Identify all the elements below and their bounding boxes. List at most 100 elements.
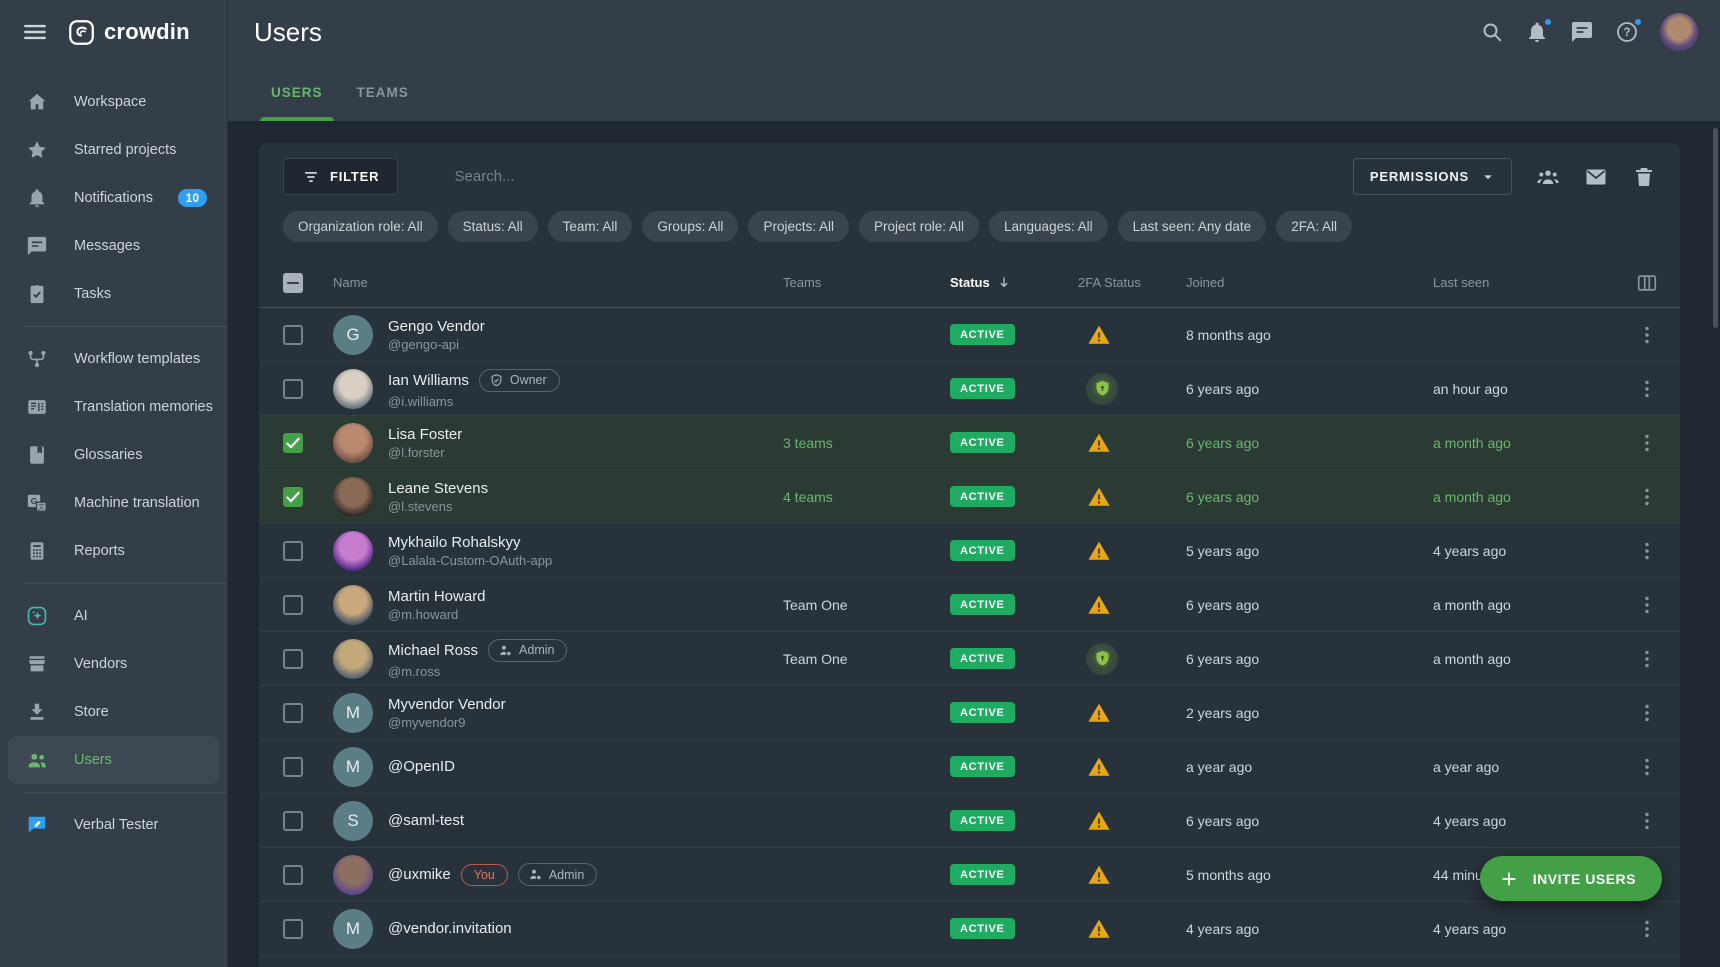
row-menu-icon[interactable]	[1635, 593, 1659, 617]
user-username[interactable]: @OpenID	[388, 758, 455, 775]
user-username[interactable]: @saml-test	[388, 812, 464, 829]
row-menu-icon[interactable]	[1635, 485, 1659, 509]
filter-chip-team[interactable]: Team: All	[548, 211, 633, 242]
row-checkbox[interactable]	[283, 595, 303, 615]
sidebar-item-workspace[interactable]: Workspace	[0, 78, 227, 126]
column-header-teams[interactable]: Teams	[783, 275, 950, 290]
filter-chip-groups[interactable]: Groups: All	[642, 211, 738, 242]
help-icon[interactable]: ?	[1615, 20, 1639, 44]
user-username: @m.howard	[388, 607, 486, 622]
row-menu-icon[interactable]	[1635, 917, 1659, 941]
filter-chip-2fa[interactable]: 2FA: All	[1276, 211, 1352, 242]
filter-chip-last-seen[interactable]: Last seen: Any date	[1118, 211, 1267, 242]
row-menu-icon[interactable]	[1635, 701, 1659, 725]
row-checkbox[interactable]	[283, 865, 303, 885]
row-checkbox[interactable]	[283, 325, 303, 345]
invite-users-button[interactable]: INVITE USERS	[1480, 856, 1662, 901]
filter-chip-organization-role[interactable]: Organization role: All	[283, 211, 438, 242]
menu-toggle-icon[interactable]	[22, 19, 48, 45]
search-icon[interactable]	[1480, 20, 1504, 44]
tab-users[interactable]: USERS	[254, 64, 340, 121]
row-checkbox[interactable]	[283, 757, 303, 777]
row-menu-icon[interactable]	[1635, 539, 1659, 563]
user-avatar[interactable]	[1660, 13, 1698, 51]
user-name[interactable]: Michael Ross	[388, 642, 478, 659]
sidebar-item-verbal-tester[interactable]: Verbal Tester	[0, 801, 227, 849]
column-header-name[interactable]: Name	[333, 275, 783, 290]
user-username[interactable]: @vendor.invitation	[388, 920, 512, 937]
sidebar-item-reports[interactable]: Reports	[0, 527, 227, 575]
user-name[interactable]: Gengo Vendor	[388, 318, 485, 335]
row-checkbox[interactable]	[283, 649, 303, 669]
row-checkbox[interactable]	[283, 379, 303, 399]
user-name[interactable]: Leane Stevens	[388, 480, 488, 497]
sidebar-item-messages[interactable]: Messages	[0, 222, 227, 270]
user-username[interactable]: @uxmike	[388, 866, 451, 883]
sidebar-item-store[interactable]: Store	[0, 688, 227, 736]
tab-teams[interactable]: TEAMS	[340, 64, 426, 121]
email-icon[interactable]	[1584, 165, 1608, 189]
sidebar-item-ai[interactable]: AI	[0, 592, 227, 640]
tfa-status-cell	[1078, 809, 1186, 833]
filter-chip-projects[interactable]: Projects: All	[748, 211, 849, 242]
scrollbar[interactable]	[1713, 128, 1718, 328]
sidebar: WorkspaceStarred projectsNotifications10…	[0, 64, 228, 967]
permissions-label: PERMISSIONS	[1370, 169, 1469, 184]
delete-icon[interactable]	[1632, 165, 1656, 189]
user-name[interactable]: Ian Williams	[388, 372, 469, 389]
invite-users-label: INVITE USERS	[1533, 871, 1636, 887]
columns-settings-icon[interactable]	[1636, 272, 1658, 294]
column-header-status[interactable]: Status	[950, 275, 1078, 291]
avatar	[333, 477, 373, 517]
filter-chip-status[interactable]: Status: All	[448, 211, 538, 242]
filter-chip-project-role[interactable]: Project role: All	[859, 211, 979, 242]
row-checkbox[interactable]	[283, 703, 303, 723]
row-menu-icon[interactable]	[1635, 755, 1659, 779]
column-header-last-seen[interactable]: Last seen	[1433, 275, 1613, 290]
column-header-2fa-status[interactable]: 2FA Status	[1078, 275, 1186, 290]
sidebar-item-starred-projects[interactable]: Starred projects	[0, 126, 227, 174]
crowdin-logo[interactable]: crowdin	[68, 19, 190, 46]
user-name[interactable]: Martin Howard	[388, 588, 486, 605]
avatar: M	[333, 909, 373, 949]
sidebar-item-machine-translation[interactable]: G文Machine translation	[0, 479, 227, 527]
messages-icon[interactable]	[1570, 20, 1594, 44]
row-checkbox[interactable]	[283, 811, 303, 831]
row-menu-icon[interactable]	[1635, 647, 1659, 671]
sidebar-item-vendors[interactable]: Vendors	[0, 640, 227, 688]
select-all-checkbox[interactable]	[283, 273, 303, 293]
table-row: MMyvendor Vendor@myvendor9ACTIVE2 years …	[259, 686, 1680, 740]
row-menu-icon[interactable]	[1635, 377, 1659, 401]
row-menu-icon[interactable]	[1635, 323, 1659, 347]
column-header-joined[interactable]: Joined	[1186, 275, 1433, 290]
sidebar-item-tasks[interactable]: Tasks	[0, 270, 227, 318]
row-checkbox[interactable]	[283, 487, 303, 507]
sidebar-item-translation-memories[interactable]: Translation memories	[0, 383, 227, 431]
avatar	[333, 585, 373, 625]
add-to-team-icon[interactable]	[1536, 165, 1560, 189]
tfa-status-cell	[1078, 485, 1186, 509]
row-menu-icon[interactable]	[1635, 431, 1659, 455]
sidebar-item-glossaries[interactable]: Glossaries	[0, 431, 227, 479]
name-cell: S@saml-test	[333, 801, 783, 841]
status-cell: ACTIVE	[950, 810, 1078, 831]
user-name[interactable]: Lisa Foster	[388, 426, 462, 443]
sort-down-icon[interactable]	[996, 275, 1012, 291]
user-name[interactable]: Myvendor Vendor	[388, 696, 506, 713]
permissions-dropdown[interactable]: PERMISSIONS	[1353, 158, 1512, 195]
row-menu-icon[interactable]	[1635, 809, 1659, 833]
last-seen-cell: 4 years ago	[1433, 543, 1613, 559]
filter-button[interactable]: FILTER	[283, 158, 398, 195]
filter-chip-languages[interactable]: Languages: All	[989, 211, 1108, 242]
warning-icon	[1086, 917, 1112, 941]
sidebar-item-notifications[interactable]: Notifications10	[0, 174, 227, 222]
row-checkbox[interactable]	[283, 541, 303, 561]
sidebar-item-workflow-templates[interactable]: Workflow templates	[0, 335, 227, 383]
admin-badge: Admin	[488, 639, 567, 662]
user-name[interactable]: Mykhailo Rohalskyy	[388, 534, 521, 551]
row-checkbox[interactable]	[283, 919, 303, 939]
row-checkbox[interactable]	[283, 433, 303, 453]
sidebar-item-users[interactable]: Users	[8, 736, 219, 784]
search-input[interactable]	[455, 168, 755, 185]
bell-icon[interactable]	[1525, 20, 1549, 44]
